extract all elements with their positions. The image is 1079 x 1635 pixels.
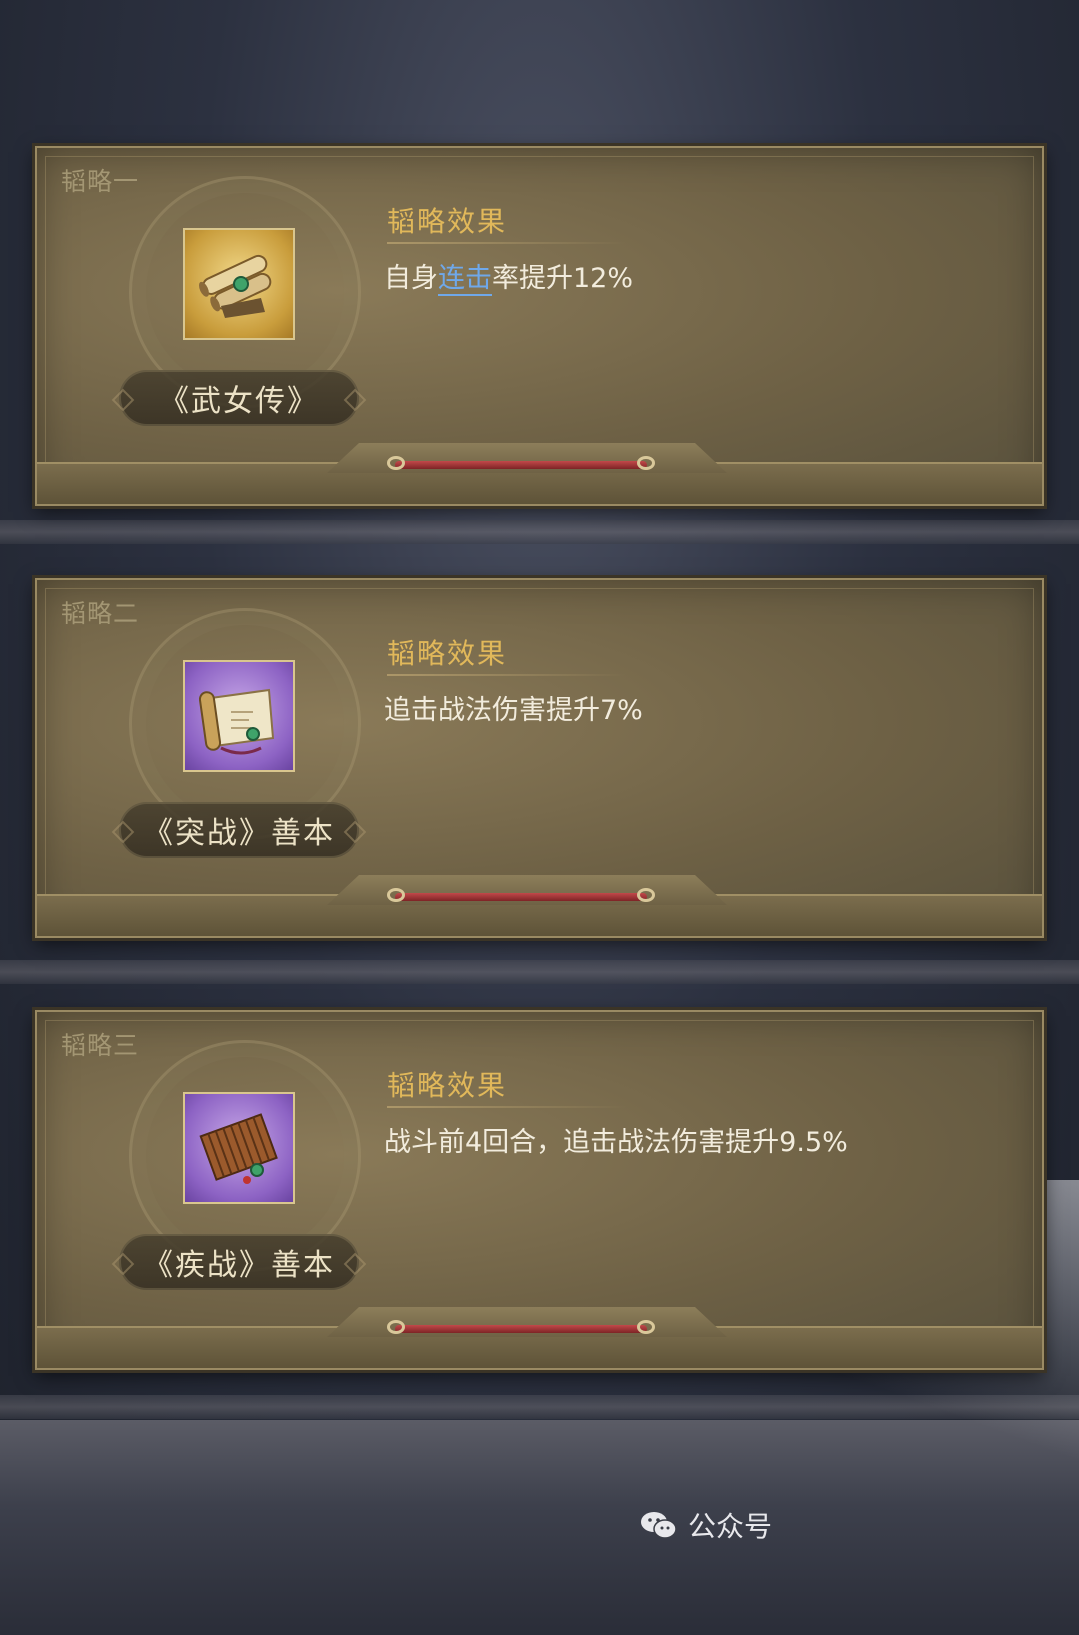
effect-text: 自身连击率提升12% (384, 256, 634, 296)
effect-title: 韬略效果 (387, 205, 508, 238)
effect-text: 战斗前4回合，追击战法伤害提升9.5% (384, 1127, 848, 1158)
scroll-rod (395, 461, 647, 469)
open-scroll-icon[interactable] (183, 660, 295, 772)
background-beam (0, 960, 1079, 984)
effect-title: 韬略效果 (387, 1069, 508, 1102)
rod-ring-right (637, 456, 655, 470)
effect-divider (387, 674, 627, 676)
rod-ring-left (387, 1320, 405, 1334)
scroll-rod (395, 893, 647, 901)
effect-text: 追击战法伤害提升7% (384, 695, 643, 726)
slot-label: 韬略一 (61, 167, 140, 196)
background-beam (0, 520, 1079, 544)
effect-text-prefix: 自身 (384, 263, 438, 294)
strategy-card-1: 韬略一 《武女传》 韬略效果 自身连击率提升12% (35, 146, 1044, 506)
effect-text-suffix: 率提升12% (492, 263, 634, 294)
scroll-bundle-icon[interactable] (183, 228, 295, 340)
strategy-card-2: 韬略二 《突战》善本 韬略效果 追击战法伤害提升7% (35, 578, 1044, 938)
slot-label: 韬略二 (61, 599, 140, 628)
effect-title: 韬略效果 (387, 637, 508, 670)
item-name-plate: 《武女传》 (119, 370, 359, 426)
item-name-plate: 《疾战》善本 (119, 1234, 359, 1290)
slot-label: 韬略三 (61, 1031, 140, 1060)
bamboo-book-icon[interactable] (183, 1092, 295, 1204)
watermark: 公众号 (640, 1505, 772, 1545)
combo-keyword-link[interactable]: 连击 (438, 263, 492, 296)
rod-ring-right (637, 888, 655, 902)
effect-divider (387, 242, 627, 244)
item-name-plate: 《突战》善本 (119, 802, 359, 858)
effect-divider (387, 1106, 627, 1108)
scroll-rod (395, 1325, 647, 1333)
wechat-icon (640, 1510, 678, 1540)
watermark-text: 公众号 (688, 1510, 773, 1543)
rod-ring-left (387, 888, 405, 902)
strategy-card-3: 韬略三 《疾战》善本 韬略效果 战斗前4回合，追击战法伤害提升9.5% (35, 1010, 1044, 1370)
rod-ring-left (387, 456, 405, 470)
rod-ring-right (637, 1320, 655, 1334)
